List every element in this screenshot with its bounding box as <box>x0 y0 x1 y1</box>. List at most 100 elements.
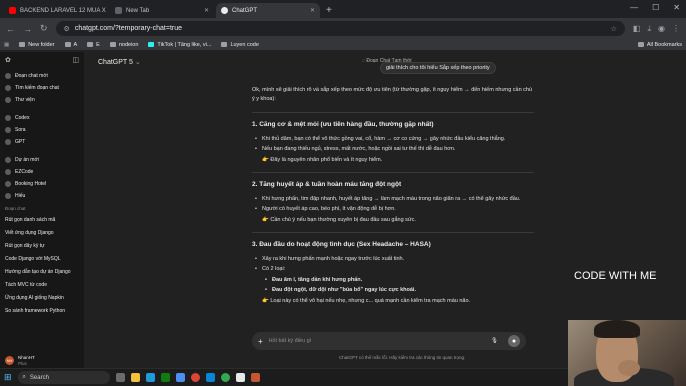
tab-laravel[interactable]: BACKEND LARAVEL 12 MUA X ✕ <box>4 3 108 18</box>
list-item[interactable]: Code Django với MySQL <box>5 252 79 265</box>
list-item[interactable]: Tách MVC từ code <box>5 278 79 291</box>
url-bar[interactable]: ⚙ chatgpt.com/?temporary-chat=true ☆ <box>55 21 625 36</box>
model-selector[interactable]: ChatGPT 5 ⌄ <box>98 58 141 66</box>
disclaimer: ChatGPT có thể mắc lỗi. Hãy kiểm tra các… <box>339 355 466 360</box>
page-icon <box>115 7 122 14</box>
extension-icon[interactable]: ◧ <box>633 24 641 34</box>
apps-icon[interactable]: ▦ <box>4 42 9 48</box>
bookmark-label: New folder <box>28 41 55 48</box>
folder-icon <box>19 42 26 47</box>
list-item[interactable]: Hướng dẫn tạo dự án Django <box>5 265 79 278</box>
sidebar-item-label: EZCode <box>15 169 34 175</box>
sidebar-item-new-chat[interactable]: Đoạn chat mới <box>5 70 79 82</box>
menu-icon[interactable]: ⋮ <box>672 24 680 34</box>
bookmark-nodeion[interactable]: nodeion <box>109 41 139 48</box>
bullet-item: Người có huyết áp cao, béo phì, ít vận đ… <box>252 205 534 214</box>
bookmark-e[interactable]: E <box>87 42 100 48</box>
message-intro: Ok, mình sẽ giải thích rõ và sắp xếp the… <box>252 87 533 102</box>
list-item[interactable]: Rút gọn danh sách mã <box>5 213 79 226</box>
video-overlay-text: CODE WITH ME <box>574 270 657 282</box>
sidebar-item-new-project[interactable]: Dự án mới <box>5 154 79 166</box>
bookmark-tiktok[interactable]: TikTok | Tăng like, vi... <box>148 42 211 48</box>
bookmark-label: TikTok | Tăng like, vi... <box>157 41 212 48</box>
bookmark-label: nodeion <box>118 41 139 48</box>
app-icon[interactable] <box>250 373 260 382</box>
download-icon[interactable]: ⤓ <box>647 24 651 34</box>
codex-icon <box>5 115 11 121</box>
bullet-item: Khi thủ dâm, bạn có thể vô thức gồng vai… <box>252 135 534 144</box>
url-text: chatgpt.com/?temporary-chat=true <box>74 25 183 32</box>
chrome-icon[interactable] <box>190 373 200 382</box>
address-toolbar: ← → ↻ ⚙ chatgpt.com/?temporary-chat=true… <box>0 18 686 39</box>
tab-label: New Tab <box>126 7 150 14</box>
close-tab-icon[interactable]: ✕ <box>310 7 315 14</box>
bookmark-star-icon[interactable]: ☆ <box>611 25 617 33</box>
folder-icon <box>109 42 116 47</box>
folder-icon <box>221 42 228 47</box>
tiktok-icon <box>148 42 155 47</box>
minimize-icon[interactable]: — <box>630 3 638 12</box>
model-label: ChatGPT 5 <box>98 59 133 66</box>
maximize-icon[interactable]: ☐ <box>652 3 659 12</box>
file-explorer-icon[interactable] <box>130 373 140 382</box>
user-menu[interactable]: NH NhanHT Plus <box>5 355 35 366</box>
plus-icon[interactable]: + <box>258 337 263 346</box>
bookmark-a[interactable]: A <box>64 42 77 48</box>
forward-icon[interactable]: → <box>23 24 32 34</box>
sidebar-item-hieu[interactable]: Hiếu <box>5 190 79 202</box>
taskbar-search[interactable]: ⌕ Search <box>17 371 110 384</box>
edge-icon[interactable] <box>145 373 155 382</box>
folder-icon <box>64 42 71 47</box>
toggle-sidebar-icon[interactable]: ◫ <box>72 56 79 64</box>
close-tab-icon[interactable]: ✕ <box>204 7 209 14</box>
sidebar-item-search[interactable]: Tìm kiếm đoạn chat <box>5 82 79 94</box>
all-bookmarks[interactable]: All Bookmarks <box>637 42 682 48</box>
sidebar-item-sora[interactable]: Sora <box>5 124 79 136</box>
chatgpt-icon <box>221 7 228 14</box>
sidebar-item-ezcode[interactable]: EZCode <box>5 166 79 178</box>
profile-icon[interactable]: ◉ <box>658 24 665 34</box>
divider <box>252 232 534 233</box>
back-icon[interactable]: ← <box>6 24 15 34</box>
list-item[interactable]: Viết ứng dụng Django <box>5 226 79 239</box>
close-window-icon[interactable]: ✕ <box>673 3 680 12</box>
folder-icon <box>5 193 11 199</box>
sidebar-item-booking-hotel[interactable]: Booking Hotel <box>5 178 79 190</box>
bookmark-luyen-code[interactable]: Luyen code <box>221 42 259 48</box>
chevron-down-icon: ⌄ <box>134 59 141 66</box>
list-item[interactable]: So sánh framework Python <box>5 304 79 317</box>
tab-label: ChatGPT <box>232 7 258 14</box>
bookmark-new-folder[interactable]: New folder <box>19 41 55 48</box>
list-item[interactable]: Ứng dụng AI giống Napkin <box>5 291 79 304</box>
sidebar-item-label: Thư viện <box>15 97 35 103</box>
sidebar-item-library[interactable]: Thư viện <box>5 94 79 106</box>
xbox-icon[interactable] <box>160 373 170 382</box>
folder-icon <box>5 181 11 187</box>
list-item[interactable]: Rút gọn dây kỳ tự <box>5 239 79 252</box>
notion-icon[interactable] <box>235 373 245 382</box>
tab-new-tab[interactable]: New Tab ✕ <box>110 3 214 18</box>
windows-start-icon[interactable]: ⊞ <box>4 372 12 383</box>
sidebar-item-codex[interactable]: Codex <box>5 112 79 124</box>
store-icon[interactable] <box>175 373 185 382</box>
vscode-icon[interactable] <box>205 373 215 382</box>
sidebar-item-gpt[interactable]: GPT <box>5 136 79 148</box>
note: 👉 Loại này có thể vô hại nếu nhẹ, nhưng … <box>262 297 471 304</box>
microphone-icon[interactable]: 🎙 <box>491 338 498 344</box>
sidebar-item-label: Tìm kiếm đoạn chat <box>15 85 59 91</box>
sidebar-item-label: Codex <box>15 115 30 121</box>
chat-input-box[interactable]: + Hỏi bất kỳ điều gì 🎙 ● <box>252 332 526 350</box>
bullet-item: Xảy ra khi hưng phấn mạnh hoặc ngay trướ… <box>252 255 534 264</box>
search-icon: ⌕ <box>22 374 26 380</box>
chatgpt-logo-icon[interactable]: ✿ <box>5 56 11 64</box>
new-tab-icon[interactable]: + <box>326 5 332 16</box>
voice-mode-button[interactable]: ● <box>508 335 520 347</box>
folder-icon <box>87 42 94 47</box>
tab-chatgpt[interactable]: ChatGPT ✕ <box>216 3 320 18</box>
task-view-icon[interactable] <box>115 373 125 382</box>
site-info-icon[interactable]: ⚙ <box>64 25 70 33</box>
sidebar-item-label: Booking Hotel <box>15 181 47 187</box>
reload-icon[interactable]: ↻ <box>40 23 48 34</box>
chrome-icon[interactable] <box>220 373 230 382</box>
divider <box>252 172 534 173</box>
